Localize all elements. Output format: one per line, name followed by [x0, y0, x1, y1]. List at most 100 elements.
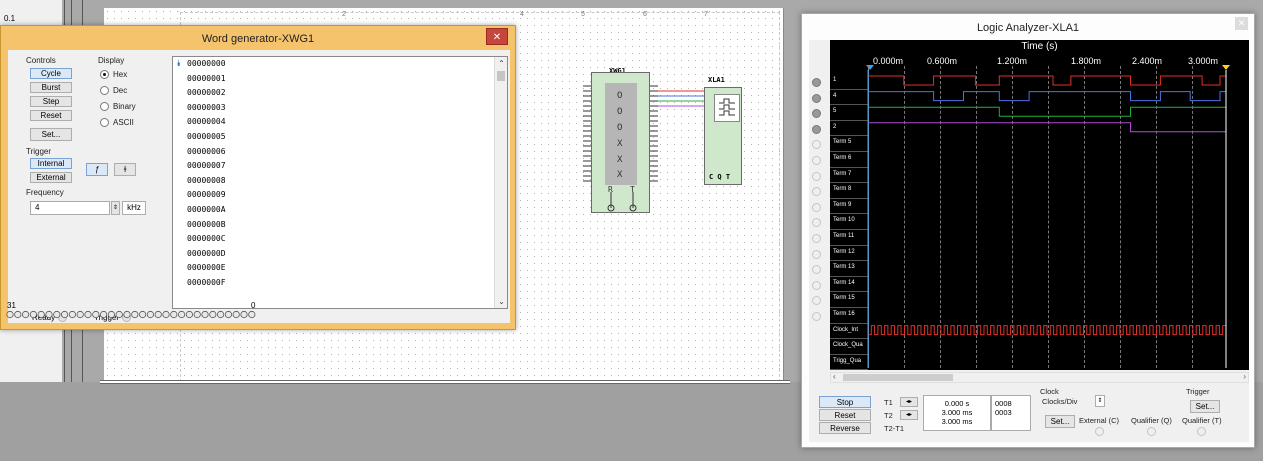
sheet-bottom-frame [100, 380, 790, 384]
t2-arrows-button[interactable]: ◂▸ [900, 410, 918, 420]
frequency-unit[interactable]: kHz [122, 201, 146, 215]
clocks-div-spinner[interactable]: ⇕ [1095, 395, 1105, 407]
channel-connection-dot-icon [812, 171, 821, 181]
frequency-spinner[interactable]: ⇕ [111, 201, 120, 215]
channel-connection-dot-icon [812, 187, 821, 197]
cycle-button[interactable]: Cycle [30, 68, 72, 79]
ruler-number: 2 [342, 11, 346, 18]
channel-connection-dot-icon [812, 124, 821, 134]
option-label: Binary [113, 102, 136, 111]
channel-connection-dot-icon [812, 312, 821, 321]
word-list[interactable]: ⯯ 00000000 00000001 00000002 00000003 000… [172, 56, 508, 309]
logic-analyzer-window[interactable]: Logic Analyzer-XLA1 ✕ Time (s) 0.000m 0.… [801, 13, 1255, 448]
channel-5-trace [868, 106, 1226, 117]
external-c-label: External (C) [1079, 416, 1120, 425]
close-button[interactable]: ✕ [486, 28, 508, 45]
reset-button[interactable]: Reset [30, 110, 72, 121]
window-title: Word generator-XWG1 [201, 33, 315, 45]
radio-icon [100, 70, 109, 79]
waveform-hscroll[interactable]: ‹ › [830, 372, 1249, 383]
word-generator-window[interactable]: Word generator-XWG1 ✕ Controls Cycle Bur… [0, 25, 516, 330]
list-item[interactable]: 00000004 [173, 115, 507, 130]
scroll-down-icon[interactable]: ⌄ [495, 295, 507, 308]
list-item[interactable]: 00000006 [173, 145, 507, 160]
list-item[interactable]: 0000000E [173, 261, 507, 276]
scroll-up-icon[interactable]: ⌃ [495, 57, 507, 70]
waveform-traces [867, 70, 1227, 368]
reset-button[interactable]: Reset [819, 409, 871, 421]
t2-label: T2 [884, 411, 893, 420]
list-item[interactable]: 0000000A [173, 203, 507, 218]
clocks-div-label: Clocks/Div [1042, 397, 1078, 406]
qualifier-t-label: Qualifier (T) [1182, 416, 1222, 425]
bit-high-label: 31 [7, 301, 16, 310]
bit-low-label: 0 [251, 301, 256, 310]
scroll-thumb[interactable] [843, 374, 953, 381]
option-label: Dec [113, 86, 128, 95]
controls-label: Controls [26, 56, 56, 65]
list-item[interactable]: 00000008 [173, 174, 507, 189]
scroll-right-icon[interactable]: › [1243, 372, 1246, 381]
list-item[interactable]: 00000001 [173, 72, 507, 87]
list-item[interactable]: 00000002 [173, 86, 507, 101]
ruler-number: 4 [520, 11, 524, 18]
scroll-thumb[interactable] [497, 71, 505, 81]
display-dec-option[interactable]: Dec [100, 86, 127, 95]
radio-icon [100, 118, 109, 127]
trigger-set-button[interactable]: Set... [1190, 400, 1220, 413]
trigger-label: Trigger [26, 147, 52, 156]
list-item[interactable]: 00000003 [173, 101, 507, 116]
set-button[interactable]: Set... [30, 128, 72, 141]
corner-label: 0.1 [4, 14, 16, 23]
list-item[interactable]: ⯯ 00000000 [173, 57, 507, 72]
t1-label: T1 [884, 398, 893, 407]
stop-button[interactable]: Stop [819, 396, 871, 408]
xla1-label: XLA1 [708, 76, 725, 84]
waveform-display[interactable]: Time (s) 0.000m 0.600m 1.200m 1.800m 2.4… [830, 40, 1249, 371]
frequency-label: Frequency [26, 188, 64, 197]
frequency-input[interactable]: 4 [30, 201, 110, 215]
current-word-arrow-icon: ⯯ [176, 59, 182, 69]
trigger-group-label: Trigger [1186, 387, 1210, 396]
close-button[interactable]: ✕ [1235, 17, 1248, 30]
option-label: ASCII [113, 118, 134, 127]
ruler-number: 6 [643, 11, 647, 18]
clock-set-button[interactable]: Set... [1045, 415, 1075, 428]
scroll-left-icon[interactable]: ‹ [833, 372, 836, 381]
word-generator-titlebar[interactable]: Word generator-XWG1 ✕ [1, 26, 515, 50]
qualifier-t-led-icon [1197, 427, 1206, 436]
word-list-scrollbar[interactable]: ⌃ ⌄ [494, 57, 507, 308]
list-item[interactable]: 00000009 [173, 188, 507, 203]
channel-connection-dot-icon [812, 234, 821, 243]
list-item[interactable]: 0000000B [173, 218, 507, 233]
list-item[interactable]: 00000005 [173, 130, 507, 145]
radio-icon [100, 102, 109, 111]
display-ascii-option[interactable]: ASCII [100, 118, 134, 127]
channel-4-trace [868, 91, 1226, 102]
word-value: 00000000 [187, 59, 226, 68]
external-trigger-button[interactable]: External [30, 172, 72, 183]
clock-internal-trace [868, 325, 1227, 336]
channel-connection-dot-icon [812, 249, 821, 259]
list-item[interactable]: 0000000F [173, 276, 507, 291]
internal-trigger-button[interactable]: Internal [30, 158, 72, 169]
list-item[interactable]: 0000000D [173, 247, 507, 262]
t1-value: 0008 [995, 399, 1012, 408]
t1-arrows-button[interactable]: ◂▸ [900, 397, 918, 407]
falling-edge-button[interactable]: ɫ [114, 163, 136, 176]
step-button[interactable]: Step [30, 96, 72, 107]
logic-analyzer-component[interactable]: C Q T [704, 87, 742, 185]
radio-icon [100, 86, 109, 95]
t1-time: 0.000 s [944, 399, 970, 408]
cursor-values-box: 0008 0003 [991, 395, 1031, 431]
list-item[interactable]: 00000007 [173, 159, 507, 174]
list-item[interactable]: 0000000C [173, 232, 507, 247]
display-binary-option[interactable]: Binary [100, 102, 136, 111]
display-hex-option[interactable]: Hex [100, 70, 127, 79]
word-generator-client: Controls Cycle Burst Step Reset Set... D… [8, 50, 510, 323]
rising-edge-button[interactable]: ƒ [86, 163, 108, 176]
cursor-times-box: 0.000 s 3.000 ms 3.000 ms [923, 395, 991, 431]
burst-button[interactable]: Burst [30, 82, 72, 93]
logic-analyzer-titlebar[interactable]: Logic Analyzer-XLA1 ✕ [802, 14, 1254, 40]
reverse-button[interactable]: Reverse [819, 422, 871, 434]
